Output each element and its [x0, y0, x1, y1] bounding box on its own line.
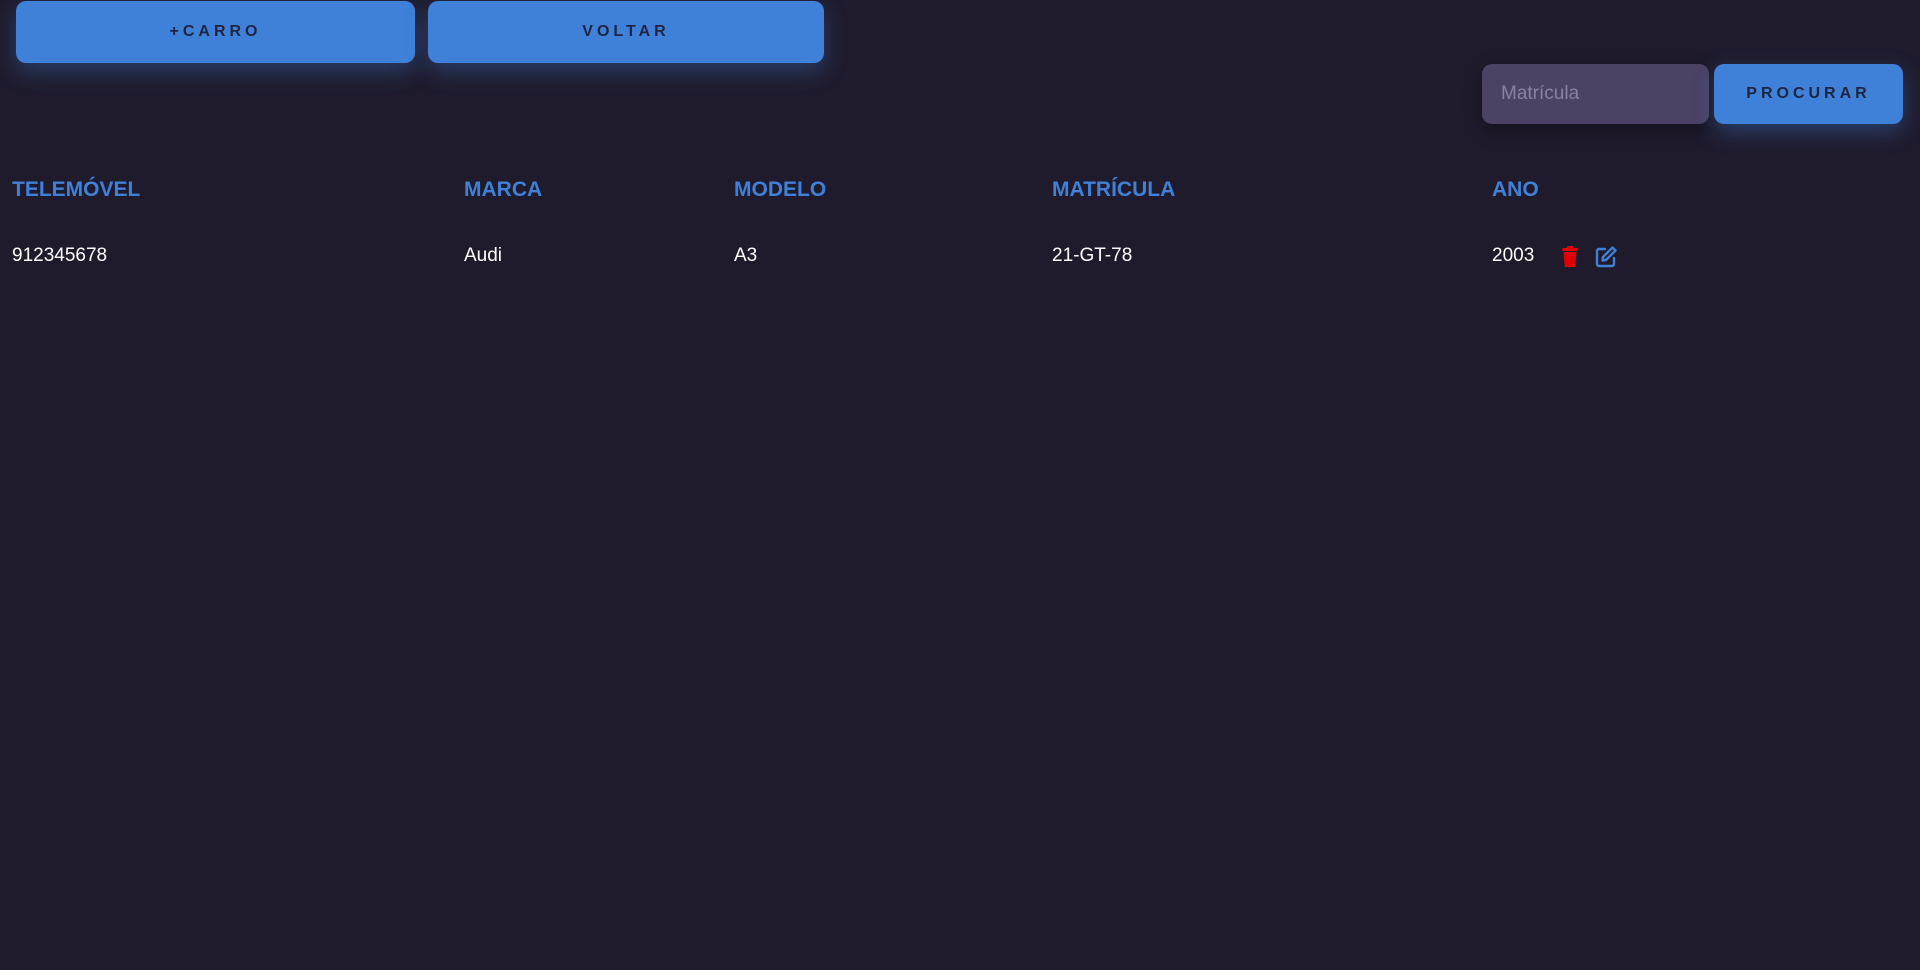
cell-marca: Audi: [464, 245, 503, 266]
column-header-marca: MARCA: [464, 178, 543, 201]
search-input[interactable]: [1482, 64, 1709, 124]
page: +CARRO VOLTAR PROCURAR TELEMÓVEL MARCA M…: [0, 0, 1920, 970]
search-button[interactable]: PROCURAR: [1714, 64, 1903, 124]
column-header-ano: ANO: [1492, 178, 1539, 201]
column-header-telemovel: TELEMÓVEL: [12, 178, 141, 201]
add-car-button[interactable]: +CARRO: [16, 1, 415, 63]
edit-icon[interactable]: [1594, 245, 1618, 269]
table-row: 912345678 Audi A3 21-GT-78 2003: [0, 242, 1920, 272]
cell-telemovel: 912345678: [12, 245, 108, 266]
cell-ano: 2003: [1492, 245, 1535, 266]
column-header-matricula: MATRÍCULA: [1052, 178, 1176, 201]
cell-matricula: 21-GT-78: [1052, 245, 1133, 266]
trash-icon[interactable]: [1558, 245, 1582, 269]
cell-modelo: A3: [734, 245, 758, 266]
table-header: TELEMÓVEL MARCA MODELO MATRÍCULA ANO: [0, 178, 1920, 208]
back-button[interactable]: VOLTAR: [428, 1, 824, 63]
column-header-modelo: MODELO: [734, 178, 827, 201]
